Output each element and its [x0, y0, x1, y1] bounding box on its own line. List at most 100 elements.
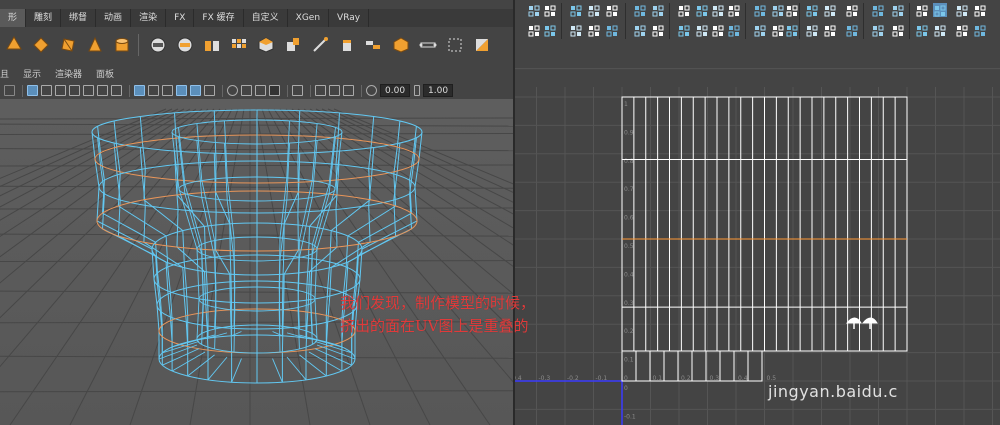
shelf-tab-custom[interactable]: 自定义 — [244, 9, 288, 27]
resolution-gate-icon[interactable] — [55, 85, 66, 96]
snap-icon[interactable] — [727, 3, 741, 17]
shelf-tab-fx[interactable]: FX — [166, 9, 195, 27]
safe-action-icon[interactable] — [97, 85, 108, 96]
xray-icon[interactable] — [315, 85, 326, 96]
bridge-icon[interactable] — [255, 34, 277, 56]
flip-icon[interactable] — [891, 3, 905, 17]
shelf-tab-sculpt[interactable]: 雕刻 — [26, 9, 62, 27]
shelf-tab-xgen[interactable]: XGen — [288, 9, 330, 27]
lights-icon[interactable] — [204, 85, 215, 96]
uv-select-icon[interactable] — [527, 3, 541, 17]
exposure-field[interactable]: 0.00 — [380, 84, 411, 97]
shelf-tab-modeling[interactable]: 形 — [0, 9, 27, 27]
film-gate-icon[interactable] — [41, 85, 52, 96]
merge-icon[interactable] — [390, 34, 412, 56]
xray-active-icon[interactable] — [343, 85, 354, 96]
grab-icon[interactable] — [587, 23, 601, 37]
grid-icon[interactable] — [695, 23, 709, 37]
menu-panels[interactable]: 面板 — [96, 67, 114, 80]
texture-icon[interactable] — [771, 3, 785, 17]
uv-texture-view[interactable]: 1 0.9 0.8 0.7 0.6 0.5 0.4 0.3 0.2 0.1 0 -0.1 -0.4 -0.… — [515, 42, 1000, 425]
perspective-viewport[interactable] — [0, 99, 513, 425]
wireframe-on-shaded-icon[interactable] — [176, 85, 187, 96]
separate-icon[interactable] — [174, 34, 196, 56]
uv-auto-icon[interactable] — [444, 34, 466, 56]
smudge-icon[interactable] — [771, 23, 785, 37]
extrude-icon[interactable] — [282, 34, 304, 56]
menu-renderer[interactable]: 渲染器 — [55, 67, 82, 80]
align-icon[interactable] — [955, 3, 969, 17]
smudge-icon[interactable] — [569, 23, 583, 37]
cone-icon[interactable] — [84, 34, 106, 56]
pin-icon[interactable] — [569, 3, 583, 17]
smooth-shade-icon[interactable] — [148, 85, 159, 96]
combine-icon[interactable] — [147, 34, 169, 56]
grid-icon[interactable] — [27, 85, 38, 96]
sphere-icon[interactable] — [3, 34, 25, 56]
gamma-icon[interactable] — [414, 85, 421, 96]
safe-title-icon[interactable] — [111, 85, 122, 96]
shaded-icon[interactable] — [915, 23, 929, 37]
flip-icon[interactable] — [633, 3, 647, 17]
uv-select-icon[interactable] — [785, 3, 799, 17]
gamma-field[interactable]: 1.00 — [423, 84, 454, 97]
ambient-occlusion-icon[interactable] — [241, 85, 252, 96]
shell-select-icon[interactable] — [543, 3, 557, 17]
unfold-icon[interactable] — [633, 23, 647, 37]
rotate-icon[interactable] — [915, 3, 929, 17]
uv-editor-icon[interactable] — [471, 34, 493, 56]
gate-mask-icon[interactable] — [69, 85, 80, 96]
torus-icon[interactable] — [111, 34, 133, 56]
tweak-icon[interactable] — [933, 23, 947, 37]
layout-icon[interactable] — [677, 23, 691, 37]
antialiasing-icon[interactable] — [269, 85, 280, 96]
distribute-icon[interactable] — [973, 3, 987, 17]
shelf-tab-rigging[interactable]: 绑督 — [61, 9, 97, 27]
lattice-icon[interactable] — [543, 23, 557, 37]
optimize-icon[interactable] — [845, 23, 859, 37]
shell-select-icon[interactable] — [805, 3, 819, 17]
sew-icon[interactable] — [605, 3, 619, 17]
textured-icon[interactable] — [190, 85, 201, 96]
straighten-icon[interactable] — [677, 3, 691, 17]
smooth-icon[interactable] — [228, 34, 250, 56]
checker-icon[interactable] — [753, 3, 767, 17]
layout-icon[interactable] — [871, 23, 885, 37]
cut-icon[interactable] — [587, 3, 601, 17]
tweak-icon[interactable] — [527, 23, 541, 37]
rotate-icon[interactable] — [651, 3, 665, 17]
grab-icon[interactable] — [785, 23, 799, 37]
cylinder-icon[interactable] — [57, 34, 79, 56]
lattice-icon[interactable] — [753, 23, 767, 37]
shelf-tab-vray[interactable]: VRay — [329, 9, 370, 27]
shelf-tab-animation[interactable]: 动画 — [96, 9, 132, 27]
field-chart-icon[interactable] — [83, 85, 94, 96]
xray-joints-icon[interactable] — [329, 85, 340, 96]
lattice-icon[interactable] — [955, 23, 969, 37]
menu-lighting[interactable]: 且 — [0, 67, 9, 80]
grid-icon[interactable] — [891, 23, 905, 37]
cut-icon[interactable] — [845, 3, 859, 17]
sew-icon[interactable] — [871, 3, 885, 17]
isolate-select-icon[interactable] — [292, 85, 303, 96]
unfold-icon[interactable] — [823, 23, 837, 37]
pinch-icon[interactable] — [805, 23, 819, 37]
pinch-icon[interactable] — [605, 23, 619, 37]
extract-icon[interactable] — [201, 34, 223, 56]
default-material-icon[interactable] — [162, 85, 173, 96]
menu-show[interactable]: 显示 — [23, 67, 41, 80]
pin-icon[interactable] — [823, 3, 837, 17]
exposure-icon[interactable] — [366, 85, 377, 96]
bevel-icon[interactable] — [309, 34, 331, 56]
shadows-icon[interactable] — [227, 85, 238, 96]
motion-blur-icon[interactable] — [255, 85, 266, 96]
smudge-icon[interactable] — [973, 23, 987, 37]
shaded-icon[interactable] — [711, 23, 725, 37]
shelf-tab-rendering[interactable]: 渲染 — [131, 9, 167, 27]
uv-planar-icon[interactable] — [417, 34, 439, 56]
optimize-icon[interactable] — [651, 23, 665, 37]
distribute-icon[interactable] — [711, 3, 725, 17]
shelf-tab-fx-cache[interactable]: FX 缓存 — [194, 9, 244, 27]
align-icon[interactable] — [695, 3, 709, 17]
multicut-icon[interactable] — [336, 34, 358, 56]
